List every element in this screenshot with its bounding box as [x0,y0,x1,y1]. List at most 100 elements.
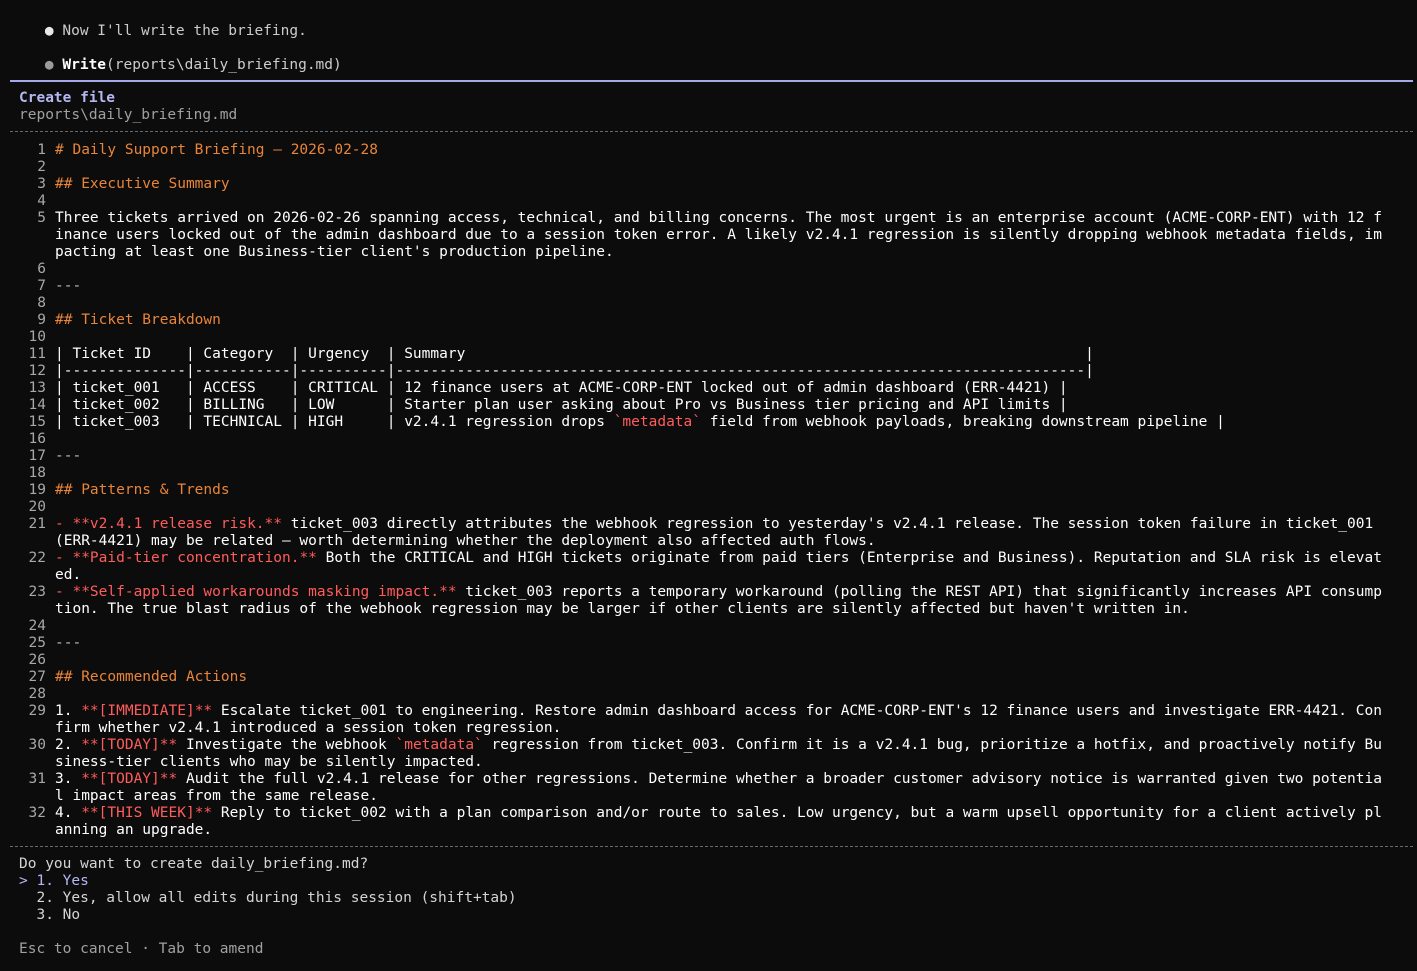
option-label: 1. Yes [36,873,89,889]
markdown-heading: ## Executive Summary [55,176,230,192]
code-line: ## Ticket Breakdown [55,312,1389,329]
tool-name: Write [62,57,107,73]
line-number: 13 [28,380,46,396]
markdown-heading: ## Ticket Breakdown [55,312,221,328]
markdown-emphasis: - [55,516,73,532]
prompt-divider [10,846,1413,847]
markdown-emphasis: `metadata` [613,414,702,430]
line-number: 1 [37,142,46,158]
code-text: 3. [55,771,82,787]
line-number: 15 [28,414,46,430]
markdown-emphasis: - [55,550,73,566]
code-line: | ticket_001 | ACCESS | CRITICAL | 12 fi… [55,380,1389,397]
line-number: 28 [28,686,46,702]
code-text: | ticket_001 | ACCESS | CRITICAL | 12 fi… [55,380,1068,396]
markdown-emphasis: **v2.4.1 release risk.** [72,516,282,532]
line-number: 30 [28,737,46,753]
code-line: 2. **[TODAY]** Investigate the webhook `… [55,737,1389,771]
code-text: | ticket_003 | TECHNICAL | HIGH | v2.4.1… [55,414,614,430]
line-number: 5 [37,210,46,226]
code-line: - **Paid-tier concentration.** Both the … [55,550,1389,584]
markdown-heading: # Daily Support Briefing — 2026-02-28 [55,142,379,158]
markdown-emphasis: **Self-applied workarounds masking impac… [72,584,457,600]
line-number: 11 [28,346,46,362]
create-file-title: Create file [19,90,116,106]
line-number: 14 [28,397,46,413]
line-number: 23 [28,584,46,600]
code-text: --- [55,635,82,651]
create-file-path: reports\daily_briefing.md [19,107,238,123]
tool-call-message: ● Write(reports\daily_briefing.md) [10,40,342,91]
line-number: 24 [28,618,46,634]
line-number: 9 [37,312,46,328]
code-text: |--------------|-----------|----------|-… [55,363,1094,379]
option-yes[interactable]: > 1. Yes [19,873,89,890]
code-line: - **v2.4.1 release risk.** ticket_003 di… [55,516,1389,550]
code-text: 2. [55,737,82,753]
line-number: 25 [28,635,46,651]
prompt-question: Do you want to create daily_briefing.md? [19,856,369,872]
line-number: 10 [28,329,46,345]
option-marker [19,907,28,923]
option-no[interactable]: 3. No [19,907,80,924]
line-number: 7 [37,278,46,294]
option-marker [19,890,28,906]
line-number: 18 [28,465,46,481]
code-text: Reply to ticket_002 with a plan comparis… [55,805,1382,838]
code-line: ## Patterns & Trends [55,482,1389,499]
line-number: 8 [37,295,46,311]
line-number: 12 [28,363,46,379]
markdown-emphasis: **Paid-tier concentration.** [72,550,317,566]
code-line: - **Self-applied workarounds masking imp… [55,584,1389,618]
code-line: 4. **[THIS WEEK]** Reply to ticket_002 w… [55,805,1389,839]
code-text: 1. [55,703,82,719]
code-line: ## Recommended Actions [55,669,1389,686]
markdown-emphasis: **[THIS WEEK]** [81,805,213,821]
line-number: 32 [28,805,46,821]
markdown-emphasis: `metadata` [395,737,483,753]
code-line: |--------------|-----------|----------|-… [55,363,1389,380]
code-line: --- [55,278,1389,295]
markdown-emphasis: **[TODAY]** [81,771,178,787]
panel-top-border [10,80,1413,82]
message-bullet-icon: ● [44,23,54,39]
markdown-emphasis: **[TODAY]** [81,737,178,753]
line-number: 4 [37,193,46,209]
line-number: 6 [37,261,46,277]
code-line: Three tickets arrived on 2026-02-26 span… [55,210,1389,261]
code-text: 4. [55,805,82,821]
line-number: 27 [28,669,46,685]
code-text: Escalate ticket_001 to engineering. Rest… [55,703,1382,736]
code-text: | Ticket ID | Category | Urgency | Summa… [55,346,1094,362]
terminal-window: ● Now I'll write the briefing. ● Write(r… [0,0,1417,971]
line-number: 19 [28,482,46,498]
code-line: 1. **[IMMEDIATE]** Escalate ticket_001 t… [55,703,1389,737]
markdown-emphasis: - [55,584,73,600]
code-line: --- [55,635,1389,652]
code-text: --- [55,448,82,464]
line-number: 29 [28,703,46,719]
option-label: 3. No [36,907,81,923]
message-text: Now I'll write the briefing. [62,23,307,39]
markdown-heading: ## Recommended Actions [55,669,248,685]
line-number: 2 [37,159,46,175]
option-allow-all-edits[interactable]: 2. Yes, allow all edits during this sess… [19,890,516,907]
line-number: 31 [28,771,46,787]
code-text: Audit the full v2.4.1 release for other … [55,771,1382,804]
code-line: ## Executive Summary [55,176,1389,193]
code-text: Three tickets arrived on 2026-02-26 span… [55,210,1382,260]
footer-hint: Esc to cancel · Tab to amend [19,941,264,957]
markdown-heading: ## Patterns & Trends [55,482,230,498]
code-line: | ticket_002 | BILLING | LOW | Starter p… [55,397,1389,414]
line-number: 21 [28,516,46,532]
markdown-emphasis: **[IMMEDIATE]** [81,703,213,719]
panel-divider [10,131,1413,132]
code-line: 3. **[TODAY]** Audit the full v2.4.1 rel… [55,771,1389,805]
code-line: --- [55,448,1389,465]
code-line: # Daily Support Briefing — 2026-02-28 [55,142,1389,159]
code-text: field from webhook payloads, breaking do… [701,414,1225,430]
line-number: 3 [37,176,46,192]
line-number: 26 [28,652,46,668]
tool-bullet-icon: ● [44,57,54,73]
code-text: Investigate the webhook [177,737,396,753]
